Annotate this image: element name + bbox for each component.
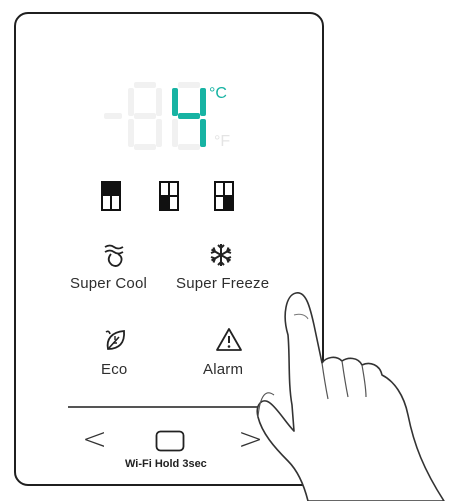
alarm-label: Alarm (203, 361, 244, 378)
leaf-icon (105, 330, 125, 350)
segment-minus (104, 113, 122, 119)
warning-icon (216, 328, 242, 351)
compartment-bottom-right-icon[interactable] (214, 181, 234, 211)
segment-0-g (134, 113, 156, 119)
snowflake-icon (210, 244, 232, 266)
segment-0-e (128, 119, 134, 147)
prev-arrow-button[interactable]: < (82, 425, 107, 455)
pointing-hand-icon (256, 292, 445, 501)
segment-0-c (156, 119, 162, 147)
segment-1-c (200, 119, 206, 147)
compartment-top-icon[interactable] (101, 181, 121, 211)
eco-button[interactable]: Eco (86, 327, 146, 381)
super-cool-icon (104, 244, 124, 267)
eco-label: Eco (101, 361, 128, 378)
super-cool-label: Super Cool (70, 275, 148, 292)
segment-0-a (134, 82, 156, 88)
segment-0-b (156, 88, 162, 116)
super-cool-button[interactable]: Super Cool (66, 242, 166, 296)
wifi-hold-label: Wi-Fi Hold 3sec (125, 458, 207, 470)
segment-1-d (178, 144, 200, 150)
segment-1-e (172, 119, 178, 147)
unit-fahrenheit-label: °F (214, 133, 231, 150)
segment-1-f (172, 88, 178, 116)
compartment-bottom-left-icon[interactable] (159, 181, 179, 211)
segment-1-g (178, 113, 200, 119)
unit-celsius-label: °C (209, 85, 227, 102)
wifi-button[interactable] (155, 430, 185, 454)
segment-1-b (200, 88, 206, 116)
segment-1-a (178, 82, 200, 88)
segment-0-f (128, 88, 134, 116)
segment-0-d (134, 144, 156, 150)
divider (68, 406, 273, 408)
